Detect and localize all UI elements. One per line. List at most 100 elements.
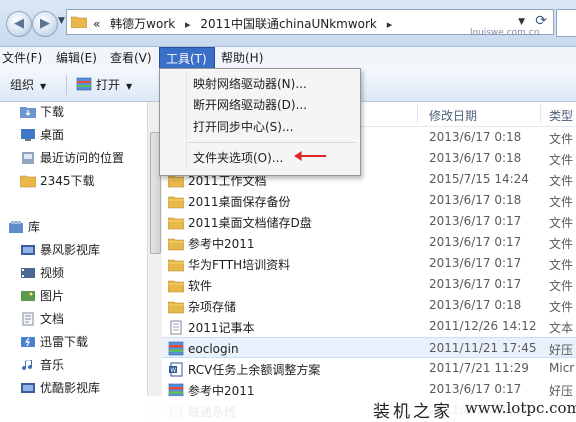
file-row[interactable]: 杂项存储 2013/6/17 0:18 文件 (162, 295, 576, 316)
file-date: 2015/7/15 14:24 (429, 172, 529, 186)
file-row[interactable]: 2011桌面保存备份 2013/6/17 0:18 文件 (162, 190, 576, 211)
file-row[interactable]: eoclogin 2011/11/21 17:45 好压 (162, 337, 576, 358)
column-header-date[interactable]: 修改日期 (429, 107, 477, 124)
breadcrumb-separator-icon[interactable]: ▸ (185, 18, 191, 31)
library-icon (9, 221, 23, 233)
menu-item-folder-options[interactable]: 文件夹选项(O)... (193, 148, 283, 168)
file-row[interactable]: 2011桌面文档储存D盘 2013/6/17 0:17 文件 (162, 211, 576, 232)
thunder-download-icon (21, 337, 35, 347)
file-type: 文件 (549, 132, 574, 146)
file-name: 华为FTTH培训资料 (168, 256, 290, 273)
sidebar-item-label: 最近访问的位置 (40, 151, 125, 165)
sidebar-item-library[interactable]: 视频 (20, 263, 64, 283)
file-name-label: RCV任务上余额调整方案 (188, 363, 321, 377)
chevron-down-icon: ▼ (126, 82, 133, 91)
menu-edit[interactable]: 编辑(E) (56, 47, 97, 69)
forward-button[interactable]: ▶ (32, 11, 58, 37)
address-dropdown-icon[interactable]: ▼ (518, 17, 525, 27)
breadcrumb-item[interactable]: 2011中国联通chinaUNkmwork (200, 17, 376, 31)
folder-icon (168, 217, 184, 230)
sidebar-item-downloads[interactable]: 下载 (20, 102, 64, 122)
sidebar-item-library[interactable]: 优酷影视库 (20, 378, 100, 398)
refresh-icon[interactable]: ⟳ (535, 13, 547, 29)
sidebar-item-recent[interactable]: 最近访问的位置 (20, 148, 124, 168)
file-name-label: 软件 (188, 279, 213, 293)
menu-separator (188, 142, 356, 143)
watermark-cn: 装机之家 (373, 402, 453, 422)
menu-gutter (186, 71, 187, 171)
file-type: 文件 (549, 279, 574, 293)
column-divider[interactable] (540, 104, 541, 124)
file-name-label: 2011工作文档 (188, 174, 267, 188)
file-type: 文件 (549, 258, 574, 272)
file-date: 2013/6/17 0:18 (429, 151, 522, 165)
recent-pages-dropdown[interactable]: ▼ (58, 16, 65, 26)
menu-view[interactable]: 查看(V) (110, 47, 152, 69)
file-date: 2011/12/26 14:12 (429, 319, 537, 333)
folder-icon (168, 259, 184, 272)
downloads-folder-icon (20, 107, 36, 118)
file-name: 杂项存储 (168, 298, 236, 315)
organize-button[interactable]: 组织 ▼ (10, 76, 46, 94)
sidebar-item-label: 优酷影视库 (40, 381, 101, 395)
menu-item-disconnect-network-drive[interactable]: 断开网络驱动器(D)... (193, 95, 307, 115)
sidebar-item-label: 视频 (40, 266, 65, 280)
toolbar-divider (66, 75, 67, 95)
file-name: 参考中2011 (168, 235, 255, 252)
breadcrumb-overflow[interactable]: « (93, 17, 100, 31)
tools-menu: 映射网络驱动器(N)... 断开网络驱动器(D)... 打开同步中心(S)...… (159, 68, 361, 176)
file-date: 2013/6/17 0:17 (429, 214, 522, 228)
video-icon (21, 268, 35, 278)
folder-icon (168, 196, 184, 209)
file-row[interactable]: 参考中2011 2013/6/17 0:17 文件 (162, 232, 576, 253)
sidebar-item-library[interactable]: 迅雷下载 (20, 332, 88, 352)
pictures-icon (21, 291, 35, 301)
sidebar-item-label: 暴风影视库 (40, 243, 101, 257)
sidebar-item-label: 桌面 (40, 128, 65, 142)
forward-arrow-icon: ▶ (40, 16, 50, 31)
sidebar-item-library[interactable]: 暴风影视库 (20, 240, 100, 260)
documents-icon (22, 312, 34, 326)
folder-icon (168, 280, 184, 293)
organize-label: 组织 (10, 78, 35, 92)
sidebar-item-library[interactable]: 图片 (20, 286, 64, 306)
menu-help[interactable]: 帮助(H) (221, 47, 263, 69)
open-button[interactable]: 打开 ▼ (76, 76, 132, 94)
file-name-label: 2011桌面文档储存D盘 (188, 216, 312, 230)
back-button[interactable]: ◀ (6, 11, 32, 37)
desktop-icon (21, 129, 35, 141)
video-library-icon (21, 383, 35, 393)
recent-places-icon (22, 152, 34, 164)
file-type: 文件 (549, 153, 574, 167)
sidebar-item-library[interactable]: 音乐 (20, 355, 64, 375)
archive-icon (168, 341, 184, 356)
file-row[interactable]: 软件 2013/6/17 0:17 文件 (162, 274, 576, 295)
file-row[interactable]: W RCV任务上余额调整方案 2011/7/21 11:29 Micr (162, 358, 576, 379)
breadcrumb-item[interactable]: 韩德万work (110, 17, 175, 31)
search-input[interactable] (556, 9, 576, 37)
sidebar-item-library[interactable]: 文档 (20, 309, 64, 329)
file-row[interactable]: 华为FTTH培训资料 2013/6/17 0:17 文件 (162, 253, 576, 274)
file-type: 好压 (549, 343, 574, 357)
word-document-icon: W (169, 362, 183, 377)
file-name-label: 2011桌面保存备份 (188, 195, 291, 209)
file-date: 2013/6/17 0:17 (429, 235, 522, 249)
file-name: 2011记事本 (168, 319, 255, 336)
menu-file[interactable]: 文件(F) (2, 47, 42, 69)
svg-text:W: W (170, 367, 176, 374)
breadcrumb-separator-icon[interactable]: ▸ (387, 18, 393, 31)
sidebar-item-2345-downloads[interactable]: 2345下载 (20, 171, 95, 191)
file-name: W RCV任务上余额调整方案 (168, 361, 320, 378)
menu-item-map-network-drive[interactable]: 映射网络驱动器(N)... (193, 74, 307, 94)
column-divider[interactable] (417, 104, 418, 124)
file-name: eoclogin (168, 341, 239, 356)
file-date: 2013/6/17 0:17 (429, 382, 522, 396)
watermark-url: www.lotpc.com (465, 399, 576, 417)
navigation-pane: 下载 桌面 最近访问的位置 2345下载 库 暴风影视库 视频 图片 文档 迅雷… (0, 102, 148, 419)
column-header-type[interactable]: 类型 (549, 107, 573, 124)
menu-tools[interactable]: 工具(T) (159, 47, 215, 69)
menu-item-open-sync-center[interactable]: 打开同步中心(S)... (193, 117, 293, 137)
sidebar-item-desktop[interactable]: 桌面 (20, 125, 64, 145)
file-row[interactable]: 2011记事本 2011/12/26 14:12 文本 (162, 316, 576, 337)
sidebar-item-libraries[interactable]: 库 (8, 217, 40, 237)
